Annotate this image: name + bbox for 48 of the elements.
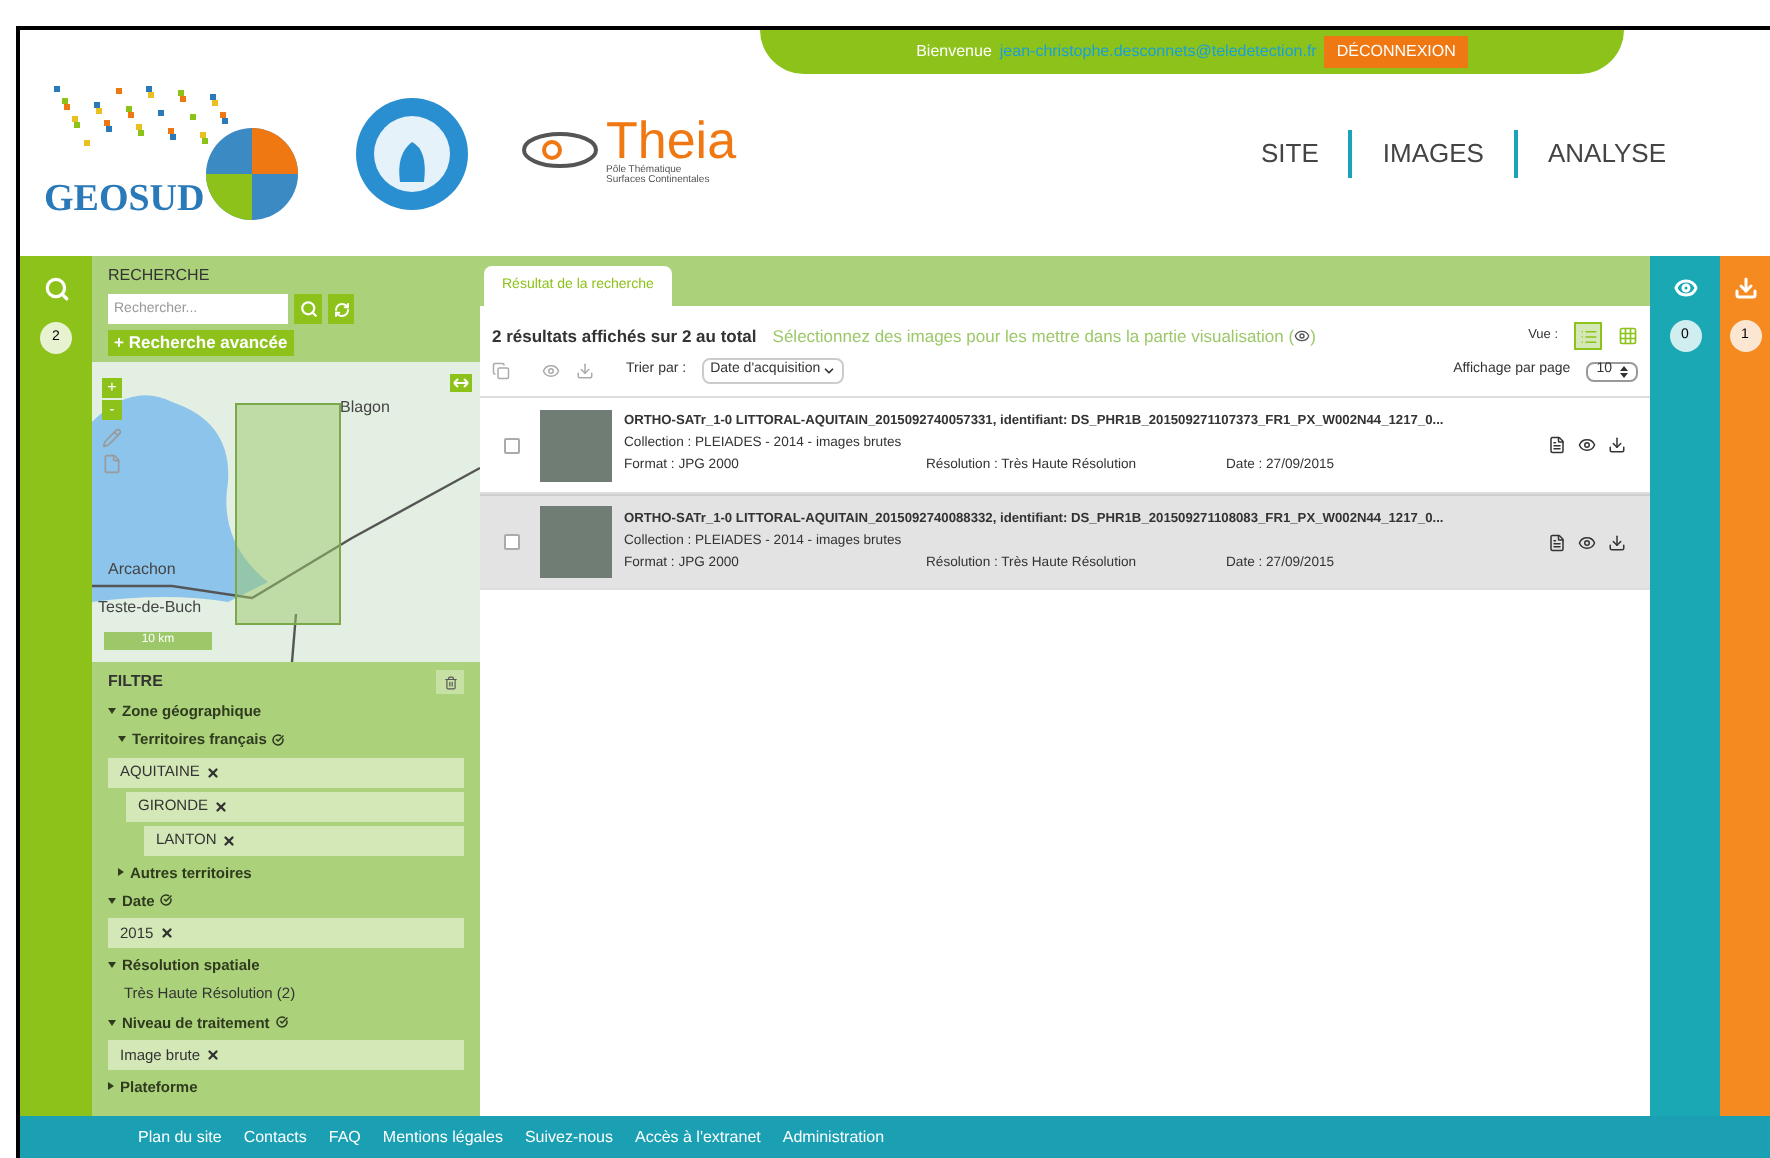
check-circle-icon [275,1016,288,1029]
eye-icon [1294,328,1311,344]
remove-icon[interactable] [206,1047,221,1062]
download-icon[interactable] [1608,436,1626,454]
results-summary: 2 résultats affichés sur 2 au total [492,323,757,349]
nav-link[interactable]: ANALYSE [1513,129,1696,177]
check-circle-icon [160,894,173,907]
stepper-arrows-icon [1620,365,1628,377]
eye-icon[interactable] [1578,533,1596,551]
row-checkbox[interactable] [504,534,520,550]
grid-view-icon[interactable] [1618,326,1638,346]
map-label: Blagon [340,396,390,420]
copy-icon[interactable] [492,362,510,380]
medallion-logo-icon [352,93,472,213]
eye-icon[interactable] [1578,436,1596,454]
refresh-icon [333,301,349,317]
image-thumbnail [540,409,612,481]
search-icon[interactable] [43,276,69,302]
nav-link[interactable]: IMAGES [1348,129,1514,177]
map-label: Teste-de-Buch [98,596,202,620]
list-view-button[interactable] [1574,322,1602,350]
draw-icon[interactable] [102,428,122,448]
refresh-button[interactable] [328,294,354,324]
remove-icon[interactable] [214,799,229,813]
download-icon[interactable] [1608,533,1626,551]
document-icon[interactable] [1548,436,1566,454]
map-label: Arcachon [108,558,176,582]
remove-icon[interactable] [222,833,237,847]
check-circle-icon [272,733,285,746]
expand-icon[interactable] [450,374,472,392]
geosud-logo[interactable]: GEOSUD [44,77,304,237]
remove-icon[interactable] [205,765,220,779]
list-icon [1579,327,1597,345]
row-checkbox[interactable] [504,437,520,453]
document-icon[interactable] [1548,533,1566,551]
welcome-text: Bienvenue [916,40,992,64]
search-button[interactable] [294,294,322,324]
caret-icon [822,364,837,378]
result-row[interactable] [480,494,1650,590]
selection-hint: Sélectionnez des images pour les mettre dans la partie visualisation ( ) [772,323,1316,349]
clear-button[interactable] [436,670,464,694]
trash-icon [443,675,457,689]
nav-link[interactable]: SITE [1231,129,1349,177]
search-icon [299,300,317,318]
filter-title: FILTRE [108,670,163,694]
panel-title: RECHERCHE [108,264,212,288]
image-thumbnail [540,506,612,578]
remove-icon[interactable] [159,926,174,940]
